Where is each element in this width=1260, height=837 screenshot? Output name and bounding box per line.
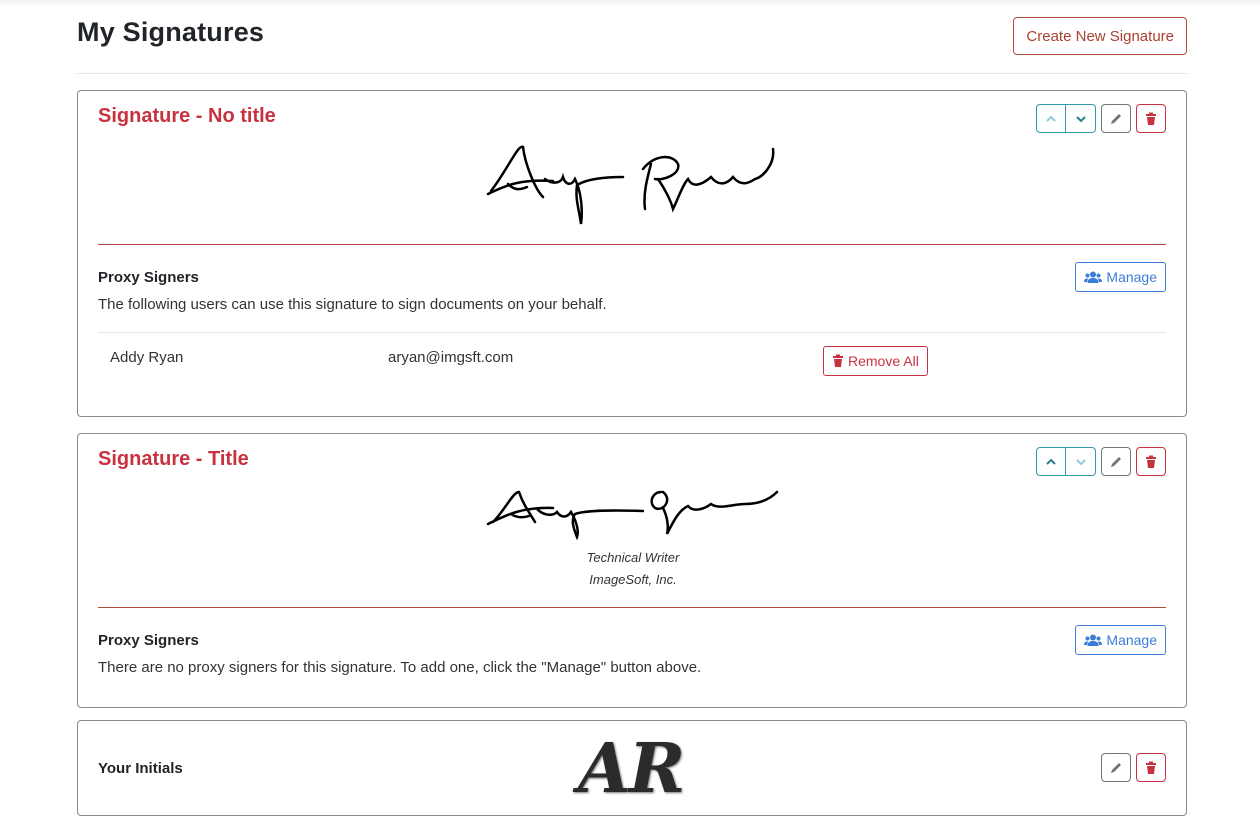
proxy-name: Addy Ryan (110, 349, 184, 366)
chevron-down-icon (1075, 115, 1086, 122)
reorder-group (1036, 104, 1096, 133)
initials-card: Your Initials AR (77, 720, 1187, 816)
signature-title: Signature - No title (98, 105, 276, 127)
signature-caption-company: ImageSoft, Inc. (589, 572, 677, 587)
pencil-icon (1111, 456, 1121, 467)
signature-card: Signature - No title Proxy Signers The f… (77, 90, 1187, 417)
signature-card: Signature - Title Technical Writer Image… (77, 433, 1187, 708)
trash-icon (1146, 112, 1156, 125)
remove-all-label: Remove All (848, 353, 919, 369)
trash-icon (1146, 455, 1156, 468)
signature-image (486, 490, 779, 541)
signature-title: Signature - Title (98, 448, 249, 470)
create-new-signature-button[interactable]: Create New Signature (1013, 17, 1187, 55)
initials-image: AR (578, 729, 685, 809)
users-icon (1084, 634, 1103, 646)
signature-image (486, 145, 775, 225)
move-down-button[interactable] (1066, 104, 1096, 133)
trash-icon (1146, 761, 1156, 774)
initials-controls (1101, 753, 1166, 782)
edit-signature-button[interactable] (1101, 447, 1131, 476)
manage-label: Manage (1106, 632, 1157, 648)
proxy-signers-heading: Proxy Signers (98, 632, 199, 649)
chevron-up-icon (1046, 115, 1056, 122)
manage-proxy-button[interactable]: Manage (1075, 625, 1166, 655)
trash-icon (833, 354, 843, 367)
edit-initials-button[interactable] (1101, 753, 1131, 782)
table-top-border (98, 332, 1166, 333)
move-up-button[interactable] (1036, 447, 1066, 476)
page-title: My Signatures (77, 17, 265, 47)
proxy-signers-description: There are no proxy signers for this sign… (98, 659, 702, 676)
remove-all-button[interactable]: Remove All (823, 346, 928, 376)
chevron-down-icon (1075, 458, 1086, 465)
signature-controls (1036, 447, 1166, 476)
page-header: My Signatures Create New Signature (77, 0, 1187, 74)
pencil-icon (1111, 113, 1121, 124)
proxy-email: aryan@imgsft.com (388, 349, 514, 366)
edit-signature-button[interactable] (1101, 104, 1131, 133)
signature-divider (98, 607, 1166, 608)
pencil-icon (1111, 762, 1121, 773)
manage-proxy-button[interactable]: Manage (1075, 262, 1166, 292)
users-icon (1084, 271, 1103, 283)
delete-initials-button[interactable] (1136, 753, 1166, 782)
proxy-signers-heading: Proxy Signers (98, 269, 199, 286)
signature-divider (98, 244, 1166, 245)
chevron-up-icon (1046, 458, 1056, 465)
manage-label: Manage (1106, 269, 1157, 285)
reorder-group (1036, 447, 1096, 476)
proxy-signers-description: The following users can use this signatu… (98, 296, 607, 313)
signature-caption-title: Technical Writer (586, 550, 680, 565)
move-down-button[interactable] (1066, 447, 1096, 476)
delete-signature-button[interactable] (1136, 104, 1166, 133)
move-up-button[interactable] (1036, 104, 1066, 133)
signature-controls (1036, 104, 1166, 133)
initials-label: Your Initials (98, 760, 183, 777)
signatures-page: My Signatures Create New Signature Signa… (77, 0, 1187, 816)
delete-signature-button[interactable] (1136, 447, 1166, 476)
